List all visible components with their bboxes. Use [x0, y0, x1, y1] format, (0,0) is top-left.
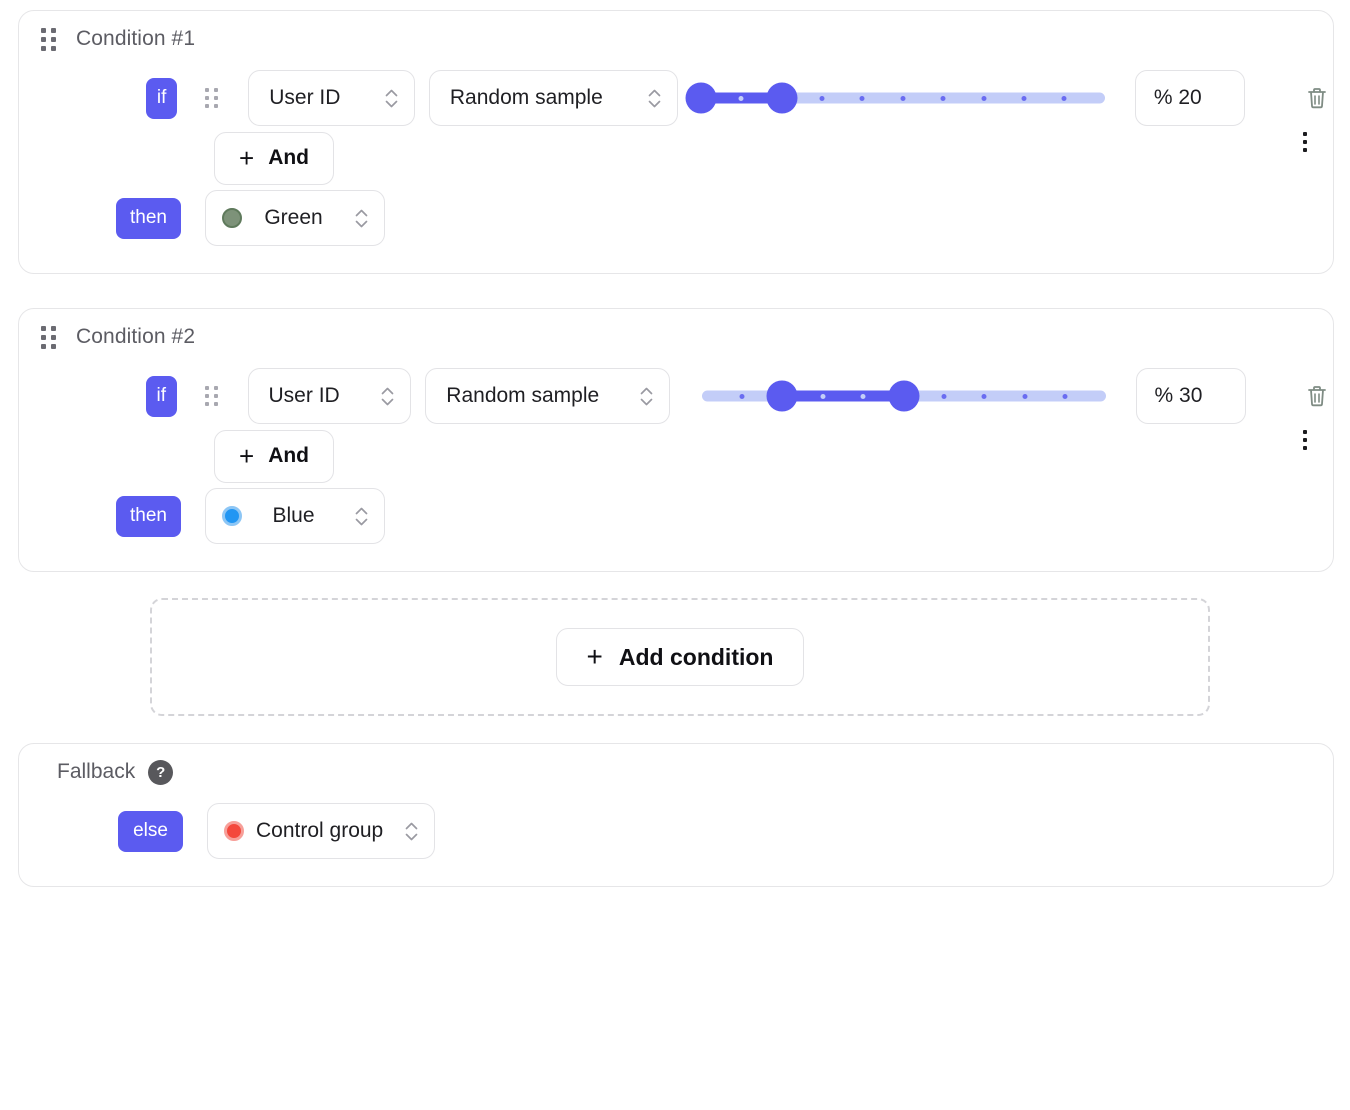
trash-icon [1308, 88, 1326, 109]
operator-select-value: Random sample [446, 384, 600, 407]
add-and-button[interactable]: + And [214, 131, 335, 185]
add-and-label: And [268, 146, 310, 169]
plus-icon: + [239, 441, 255, 471]
sample-range-slider-1[interactable] [685, 78, 1105, 118]
result-select[interactable]: Blue [205, 488, 385, 544]
fallback-header: Fallback ? [19, 744, 1333, 800]
delete-rule-button[interactable] [1301, 81, 1333, 115]
conditions-page: Condition #1 if User ID Random sample % … [0, 0, 1350, 1110]
result-select[interactable]: Green [205, 190, 385, 246]
condition-header-2: Condition #2 [19, 309, 1333, 450]
result-select-value: Blue [272, 504, 315, 527]
plus-icon: + [239, 143, 255, 173]
chevron-updown-icon [385, 89, 398, 108]
then-row-2: then Blue [19, 485, 1333, 547]
condition-header-1: Condition #1 [19, 11, 1333, 152]
color-swatch-icon [224, 821, 244, 841]
operator-select[interactable]: Random sample [425, 368, 670, 424]
add-condition-label: Add condition [618, 643, 774, 670]
percent-input[interactable] [1135, 368, 1246, 424]
operator-select-value: Random sample [449, 86, 603, 109]
slider-handle-end[interactable] [766, 82, 798, 114]
else-row: else Control group [19, 800, 1333, 862]
delete-rule-button[interactable] [1302, 379, 1333, 413]
attribute-select-value: User ID [268, 384, 340, 407]
attribute-select[interactable]: User ID [247, 368, 412, 424]
then-badge[interactable]: then [116, 495, 181, 537]
operator-select[interactable]: Random sample [428, 70, 678, 126]
percent-input[interactable] [1134, 70, 1245, 126]
condition-card-1: Condition #1 if User ID Random sample % … [18, 10, 1334, 274]
condition-title: Condition #1 [76, 27, 196, 50]
result-select-value: Green [264, 206, 323, 229]
add-condition-button[interactable]: + Add condition [555, 628, 805, 686]
then-row-1: then Green [19, 187, 1333, 249]
trash-icon [1308, 386, 1327, 407]
kebab-menu-icon[interactable] [1297, 426, 1313, 454]
add-and-button[interactable]: + And [214, 429, 335, 483]
slider-handle-end[interactable] [888, 380, 920, 412]
chevron-updown-icon [355, 209, 368, 228]
rule-drag-handle-icon[interactable] [204, 386, 218, 406]
help-icon[interactable]: ? [148, 759, 174, 785]
kebab-menu-icon[interactable] [1297, 128, 1313, 156]
chevron-updown-icon [355, 507, 368, 526]
fallback-card: Fallback ? else Control group [18, 743, 1334, 887]
rule-drag-handle-icon[interactable] [205, 88, 219, 108]
chevron-updown-icon [381, 387, 394, 406]
chevron-updown-icon [405, 822, 418, 841]
attribute-select-value: User ID [269, 86, 341, 109]
and-row-1: + And [19, 129, 1333, 187]
color-swatch-icon [222, 208, 242, 228]
slider-ticks [701, 93, 1105, 104]
slider-handle-start[interactable] [685, 82, 717, 114]
fallback-result-select[interactable]: Control group [207, 803, 436, 859]
chevron-updown-icon [648, 89, 661, 108]
else-badge[interactable]: else [118, 810, 183, 852]
fallback-title: Fallback [57, 760, 136, 783]
rule-row-2: if User ID Random sample [19, 365, 1333, 427]
if-badge[interactable]: if [146, 375, 177, 417]
slider-handle-start[interactable] [766, 380, 798, 412]
if-badge[interactable]: if [146, 77, 178, 119]
drag-handle-icon[interactable] [41, 27, 56, 51]
attribute-select[interactable]: User ID [248, 70, 415, 126]
add-condition-dropzone[interactable]: + Add condition [150, 598, 1210, 716]
rule-row-1: if User ID Random sample [19, 67, 1333, 129]
condition-title: Condition #2 [76, 325, 196, 348]
fallback-result-value: Control group [256, 819, 384, 842]
color-swatch-icon [222, 506, 242, 526]
sample-range-slider-2[interactable] [701, 376, 1106, 416]
and-row-2: + And [19, 427, 1333, 485]
add-and-label: And [268, 444, 310, 467]
drag-handle-icon[interactable] [41, 325, 56, 349]
chevron-updown-icon [640, 387, 653, 406]
condition-card-2: Condition #2 if User ID Random sample % … [18, 308, 1334, 572]
plus-icon: + [586, 641, 603, 672]
then-badge[interactable]: then [116, 197, 181, 239]
